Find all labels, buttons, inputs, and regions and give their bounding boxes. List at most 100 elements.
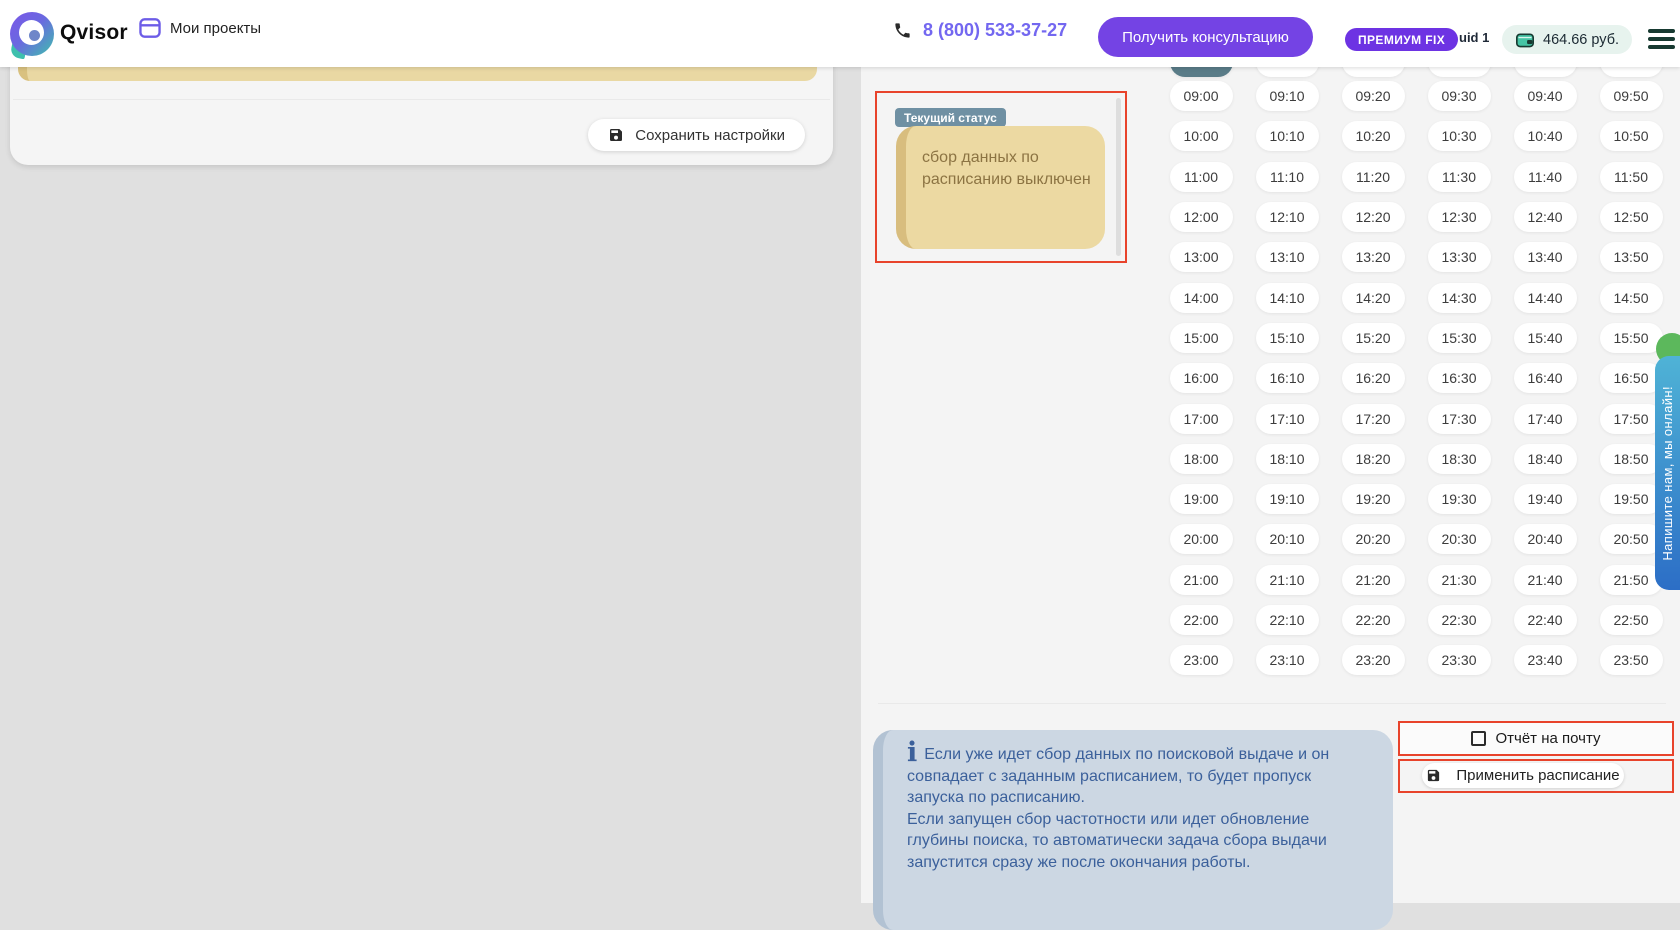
time-pill[interactable]: 22:50 — [1599, 605, 1663, 635]
time-pill[interactable]: 09:40 — [1513, 81, 1577, 112]
time-pill[interactable]: 14:50 — [1599, 282, 1663, 313]
brand-name[interactable]: Qvisor — [60, 21, 128, 45]
time-pill[interactable]: 20:00 — [1169, 524, 1233, 555]
time-pill[interactable]: 21:10 — [1255, 564, 1319, 595]
time-pill[interactable]: 14:00 — [1169, 282, 1233, 313]
time-pill[interactable]: 15:00 — [1169, 322, 1233, 353]
time-pill[interactable]: 16:10 — [1255, 363, 1319, 394]
time-pill[interactable]: 12:40 — [1513, 202, 1577, 233]
time-pill[interactable]: 14:30 — [1427, 282, 1491, 313]
time-pill[interactable]: 10:40 — [1513, 121, 1577, 152]
time-pill[interactable]: 20:40 — [1513, 524, 1577, 555]
time-pill[interactable]: 17:20 — [1341, 403, 1405, 434]
time-pill[interactable]: 09:30 — [1427, 81, 1491, 112]
time-pill[interactable]: 12:50 — [1599, 202, 1663, 233]
time-pill[interactable]: 13:30 — [1427, 242, 1491, 273]
info-text-1: Если уже идет сбор данных по поисковой в… — [907, 746, 1330, 806]
time-pill[interactable]: 22:40 — [1513, 605, 1577, 635]
time-pill[interactable]: 10:30 — [1427, 121, 1491, 152]
time-pill[interactable]: 23:20 — [1341, 645, 1405, 676]
time-pill[interactable]: 11:20 — [1341, 161, 1405, 192]
time-pill[interactable]: 12:00 — [1169, 202, 1233, 233]
time-pill[interactable]: 12:20 — [1341, 202, 1405, 233]
time-pill[interactable]: 17:10 — [1255, 403, 1319, 434]
time-pill[interactable]: 22:10 — [1255, 605, 1319, 635]
time-pill[interactable]: 11:30 — [1427, 161, 1491, 192]
time-pill[interactable]: 10:50 — [1599, 121, 1663, 152]
time-pill[interactable]: 17:30 — [1427, 403, 1491, 434]
get-consultation-button[interactable]: Получить консультацию — [1098, 17, 1313, 57]
time-pill[interactable]: 13:50 — [1599, 242, 1663, 273]
save-settings-button[interactable]: Сохранить настройки — [588, 119, 805, 151]
time-pill[interactable]: 16:20 — [1341, 363, 1405, 394]
phone-link[interactable]: 8 (800) 533-37-27 — [893, 20, 1067, 41]
time-pill[interactable]: 11:50 — [1599, 161, 1663, 192]
time-pill[interactable]: 17:00 — [1169, 403, 1233, 434]
time-pill[interactable]: 10:00 — [1169, 121, 1233, 152]
time-pill[interactable]: 23:10 — [1255, 645, 1319, 676]
time-pill[interactable]: 14:40 — [1513, 282, 1577, 313]
header: Qvisor Мои проекты 8 (800) 533-37-27 Пол… — [0, 0, 1680, 67]
time-pill[interactable]: 13:10 — [1255, 242, 1319, 273]
time-pill[interactable]: 23:50 — [1599, 645, 1663, 676]
time-pill[interactable]: 18:40 — [1513, 443, 1577, 474]
report-checkbox[interactable] — [1471, 731, 1487, 746]
time-pill[interactable]: 23:00 — [1169, 645, 1233, 676]
time-pill[interactable]: 21:00 — [1169, 564, 1233, 595]
time-pill[interactable]: 18:20 — [1341, 443, 1405, 474]
time-pill[interactable]: 09:20 — [1341, 81, 1405, 112]
time-pill[interactable]: 09:00 — [1169, 81, 1233, 112]
time-pill[interactable]: 23:40 — [1513, 645, 1577, 676]
time-pill[interactable]: 23:30 — [1427, 645, 1491, 676]
time-pill[interactable]: 22:20 — [1341, 605, 1405, 635]
report-to-email-option[interactable]: Отчёт на почту — [1398, 721, 1674, 756]
time-pill[interactable]: 13:00 — [1169, 242, 1233, 273]
time-pill[interactable]: 19:40 — [1513, 484, 1577, 515]
time-pill[interactable]: 09:50 — [1599, 81, 1663, 112]
balance-pill[interactable]: 464.66 руб. — [1502, 25, 1633, 54]
time-pill[interactable]: 11:00 — [1169, 161, 1233, 192]
time-pill[interactable]: 15:20 — [1341, 322, 1405, 353]
time-pill[interactable]: 21:30 — [1427, 564, 1491, 595]
time-pill[interactable]: 19:30 — [1427, 484, 1491, 515]
time-pill[interactable]: 13:40 — [1513, 242, 1577, 273]
scrollbar[interactable] — [1116, 98, 1121, 256]
time-pill[interactable]: 15:30 — [1427, 322, 1491, 353]
premium-badge[interactable]: ПРЕМИУМ FIX — [1345, 28, 1459, 51]
time-pill[interactable]: 19:10 — [1255, 484, 1319, 515]
apply-schedule-button[interactable]: Применить расписание — [1422, 763, 1624, 788]
time-pill[interactable]: 09:10 — [1255, 81, 1319, 112]
time-pill[interactable]: 21:20 — [1341, 564, 1405, 595]
time-pill[interactable]: 14:20 — [1341, 282, 1405, 313]
chat-tab[interactable]: Напишите нам, мы онлайн! — [1655, 356, 1680, 590]
time-pill[interactable]: 15:10 — [1255, 322, 1319, 353]
time-pill[interactable]: 16:00 — [1169, 363, 1233, 394]
time-pill[interactable]: 16:40 — [1513, 363, 1577, 394]
time-pill[interactable]: 21:40 — [1513, 564, 1577, 595]
time-pill[interactable]: 17:40 — [1513, 403, 1577, 434]
time-pill[interactable]: 10:20 — [1341, 121, 1405, 152]
time-pill[interactable]: 18:00 — [1169, 443, 1233, 474]
time-pill[interactable]: 12:30 — [1427, 202, 1491, 233]
time-pill[interactable]: 22:30 — [1427, 605, 1491, 635]
time-pill[interactable]: 20:30 — [1427, 524, 1491, 555]
time-pill[interactable]: 15:40 — [1513, 322, 1577, 353]
time-pill[interactable]: 11:40 — [1513, 161, 1577, 192]
time-pill[interactable]: 11:10 — [1255, 161, 1319, 192]
time-pill[interactable]: 22:00 — [1169, 605, 1233, 635]
time-pill[interactable]: 16:30 — [1427, 363, 1491, 394]
time-pill[interactable]: 12:10 — [1255, 202, 1319, 233]
time-pill[interactable]: 20:10 — [1255, 524, 1319, 555]
time-pill[interactable]: 18:10 — [1255, 443, 1319, 474]
time-pill[interactable]: 10:10 — [1255, 121, 1319, 152]
time-pill[interactable]: 19:20 — [1341, 484, 1405, 515]
time-pill[interactable]: 18:30 — [1427, 443, 1491, 474]
menu-icon[interactable] — [1648, 26, 1675, 52]
time-grid: 09:00 09:10 09:20 09:30 09:40 09:50 10:00 10:10… — [1158, 76, 1674, 680]
nav-my-projects[interactable]: Мои проекты — [139, 18, 261, 38]
qvisor-logo-icon[interactable] — [9, 12, 54, 60]
time-pill[interactable]: 20:20 — [1341, 524, 1405, 555]
time-pill[interactable]: 13:20 — [1341, 242, 1405, 273]
time-pill[interactable]: 19:00 — [1169, 484, 1233, 515]
time-pill[interactable]: 14:10 — [1255, 282, 1319, 313]
